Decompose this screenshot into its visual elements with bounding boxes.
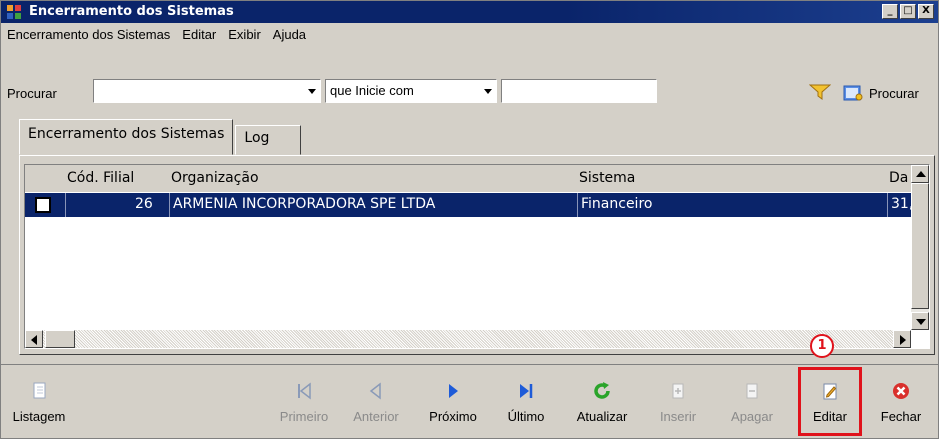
- menu-encerramento[interactable]: Encerramento dos Sistemas: [7, 25, 170, 45]
- next-record-icon: [449, 384, 458, 398]
- chevron-down-icon: [484, 89, 492, 94]
- hscroll-thumb[interactable]: [45, 330, 75, 348]
- col-cod-filial[interactable]: Cód. Filial: [67, 170, 134, 186]
- apagar-button[interactable]: Apagar: [719, 373, 785, 435]
- vertical-scrollbar[interactable]: [911, 165, 929, 330]
- scroll-up-button[interactable]: [911, 165, 929, 183]
- scroll-right-button[interactable]: [893, 330, 911, 348]
- anterior-button[interactable]: Anterior: [345, 373, 407, 435]
- procurar-button[interactable]: Procurar: [843, 83, 919, 103]
- scroll-down-button[interactable]: [911, 312, 929, 330]
- grid-header: Cód. Filial Organização Sistema Da: [25, 165, 911, 192]
- previous-record-icon: [369, 382, 381, 400]
- editar-highlight-box: [798, 367, 862, 436]
- proximo-button[interactable]: Próximo: [421, 373, 485, 435]
- ultimo-button[interactable]: Último: [501, 373, 551, 435]
- search-field-select[interactable]: [93, 79, 321, 103]
- maximize-button[interactable]: □: [900, 4, 916, 19]
- first-record-icon: [298, 382, 311, 400]
- search-mode-select[interactable]: que Inicie com: [325, 79, 497, 103]
- tab-log[interactable]: Log: [235, 125, 302, 155]
- delete-icon: [746, 383, 758, 399]
- close-button[interactable]: X: [918, 4, 934, 19]
- tab-encerramento[interactable]: Encerramento dos Sistemas: [19, 119, 234, 155]
- tab-panel: Cód. Filial Organização Sistema Da 26 AR…: [19, 155, 935, 355]
- menu-bar: Encerramento dos Sistemas Editar Exibir …: [1, 25, 306, 45]
- inserir-button[interactable]: Inserir: [651, 373, 705, 435]
- col-organizacao[interactable]: Organização: [171, 170, 259, 186]
- search-label: Procurar: [7, 86, 57, 101]
- cell-data: 31,: [891, 196, 914, 212]
- arrow-left-icon: [31, 335, 37, 345]
- app-icon: [7, 5, 21, 19]
- chevron-down-icon: [308, 89, 316, 94]
- search-bar: Procurar que Inicie com Procurar: [1, 49, 938, 105]
- title-bar[interactable]: Encerramento dos Sistemas _ □ X: [1, 1, 938, 23]
- horizontal-scrollbar[interactable]: [25, 330, 911, 348]
- search-mode-value: que Inicie com: [330, 83, 414, 98]
- col-data[interactable]: Da: [889, 170, 908, 186]
- scroll-left-button[interactable]: [25, 330, 43, 348]
- row-checkbox[interactable]: [35, 197, 51, 213]
- menu-editar[interactable]: Editar: [182, 25, 216, 45]
- arrow-up-icon: [916, 171, 926, 177]
- tab-strip: Encerramento dos Sistemas Log: [19, 119, 302, 155]
- cell-organizacao: ARMENIA INCORPORADORA SPE LTDA: [173, 196, 436, 212]
- refresh-icon: [594, 382, 610, 399]
- document-icon: [33, 382, 46, 399]
- menu-ajuda[interactable]: Ajuda: [273, 25, 306, 45]
- arrow-right-icon: [900, 335, 906, 345]
- primeiro-button[interactable]: Primeiro: [273, 373, 335, 435]
- menu-exibir[interactable]: Exibir: [228, 25, 261, 45]
- close-icon: [893, 383, 909, 399]
- scroll-thumb[interactable]: [911, 183, 929, 309]
- table-row[interactable]: 26 ARMENIA INCORPORADORA SPE LTDA Financ…: [25, 193, 914, 217]
- last-record-icon: [520, 384, 533, 398]
- search-text-input[interactable]: [501, 79, 657, 103]
- cell-cod-filial: 26: [135, 196, 153, 212]
- insert-icon: [672, 383, 684, 399]
- arrow-down-icon: [916, 319, 926, 325]
- col-sistema[interactable]: Sistema: [579, 170, 635, 186]
- atualizar-button[interactable]: Atualizar: [567, 373, 637, 435]
- filter-icon[interactable]: [809, 83, 831, 101]
- main-window: Encerramento dos Sistemas _ □ X Encerram…: [0, 0, 939, 439]
- fechar-button[interactable]: Fechar: [873, 373, 929, 435]
- annotation-badge: 1: [810, 334, 834, 358]
- window-title: Encerramento dos Sistemas: [29, 4, 234, 19]
- cell-sistema: Financeiro: [581, 196, 653, 212]
- search-icon: [843, 85, 863, 101]
- minimize-button[interactable]: _: [882, 4, 898, 19]
- listagem-button[interactable]: Listagem: [9, 373, 69, 435]
- data-grid: Cód. Filial Organização Sistema Da 26 AR…: [24, 164, 930, 349]
